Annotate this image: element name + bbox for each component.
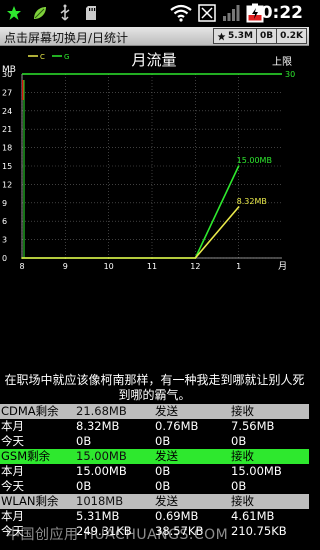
table-cell: 0B: [76, 434, 92, 448]
x-tick-8: 8: [19, 262, 24, 271]
table-cell: 5.31MB: [76, 509, 120, 523]
legend-label-G: G: [64, 53, 69, 61]
x-unit-label: 月: [278, 261, 287, 272]
usb-icon[interactable]: [58, 4, 72, 22]
star-small-icon: [217, 32, 226, 40]
table-row: 今天 249.31KB 38.57KB 210.75KB: [0, 524, 309, 539]
table-cell: 0B: [231, 434, 247, 448]
x-tick-10: 10: [104, 262, 114, 271]
table-cell: 今天: [1, 479, 24, 493]
section-header-cell: 接收: [231, 449, 254, 463]
section-header-cell: CDMA剩余: [1, 404, 59, 418]
wifi-icon[interactable]: [170, 4, 192, 22]
series-point-C-9: [64, 257, 67, 259]
section-header-cell: 接收: [231, 404, 254, 418]
section-header-cell: GSM剩余: [1, 449, 51, 463]
x-tick-1: 1: [236, 262, 241, 271]
section-header-cell: 接收: [231, 494, 254, 508]
limit-label: 上限: [272, 56, 292, 68]
table-cell: 今天: [1, 524, 24, 538]
table-cell: 249.31KB: [76, 524, 132, 538]
section-header-cell: 发送: [155, 404, 178, 418]
series-point-C-8: [21, 257, 23, 259]
table-cell: 0B: [231, 479, 247, 493]
y-tick-6: 6: [2, 217, 7, 226]
table-cell: 4.61MB: [231, 509, 275, 523]
table-row: 本月 5.31MB 0.69MB 4.61MB: [0, 509, 309, 524]
table-cell: 0B: [155, 464, 171, 478]
y-tick-9: 9: [2, 199, 7, 208]
section-header[interactable]: GSM剩余 15.00MB 发送 接收: [0, 449, 309, 464]
series-point-C-10: [107, 257, 110, 259]
section-header-cell: 21.68MB: [76, 404, 127, 418]
speed-indicator: 5.3M 0B 0.2K: [213, 28, 307, 44]
star-icon[interactable]: [6, 4, 22, 22]
table-cell: 0B: [155, 479, 171, 493]
section-header-cell: WLAN剩余: [1, 494, 59, 508]
section-header[interactable]: WLAN剩余 1018MB 发送 接收: [0, 494, 309, 509]
table-cell: 38.57KB: [155, 524, 204, 538]
signal-bars-icon[interactable]: [222, 4, 240, 22]
table-cell: 15.00MB: [231, 464, 282, 478]
traffic-table: CDMA剩余 21.68MB 发送 接收 本月 8.32MB 0.76MB 7.56MB 今天 0…: [0, 404, 309, 539]
y-tick-0: 0: [2, 254, 7, 263]
x-tick-11: 11: [147, 262, 157, 271]
toggle-month-day-label[interactable]: 点击屏幕切换月/日统计: [4, 29, 128, 46]
y-tick-3: 3: [2, 236, 7, 245]
clock-time: 0:22: [260, 3, 303, 23]
table-cell: 210.75KB: [231, 524, 287, 538]
speed-total: 5.3M: [214, 29, 256, 43]
table-row: 今天 0B 0B 0B: [0, 434, 309, 449]
table-cell: 今天: [1, 434, 24, 448]
y-tick-12: 12: [2, 180, 12, 189]
y-tick-21: 21: [2, 125, 12, 134]
y-tick-30: 30: [2, 70, 12, 79]
table-cell: 0B: [155, 434, 171, 448]
quote-text: 在职场中就应该像柯南那样，有一种我走到哪就让别人死到哪的霸气。: [4, 373, 305, 402]
signal-off-icon[interactable]: [197, 4, 217, 22]
y-tick-15: 15: [2, 162, 12, 171]
title-bar[interactable]: 点击屏幕切换月/日统计 5.3M 0B 0.2K: [0, 27, 309, 46]
legend-label-C: C: [40, 53, 45, 61]
monthly-traffic-chart[interactable]: MB 月流量 上限 C G 30 27 24 21 18 15 12 9 6 3 0 8 9 10 11 12 1 月 30 1…: [0, 46, 309, 276]
sd-card-icon[interactable]: [84, 4, 98, 22]
series-line-C: [22, 206, 240, 259]
annotation-green-end: 15.00MB: [237, 156, 272, 165]
table-cell: 0.69MB: [155, 509, 199, 523]
speed-down: 0.2K: [276, 29, 306, 43]
y-tick-27: 27: [2, 88, 12, 97]
table-cell: 8.32MB: [76, 419, 120, 433]
table-cell: 0B: [76, 479, 92, 493]
table-cell: 0.76MB: [155, 419, 199, 433]
chart-title: 月流量: [131, 51, 176, 69]
table-cell: 本月: [1, 464, 24, 478]
x-tick-12: 12: [190, 262, 200, 271]
table-cell: 7.56MB: [231, 419, 275, 433]
x-tick-9: 9: [63, 262, 68, 271]
chart-canvas: MB月流量 上限C G3027242118151296308 9 10 11 12 1 月301…: [2, 51, 295, 272]
section-header-cell: 15.00MB: [76, 449, 127, 463]
table-cell: 本月: [1, 509, 24, 523]
series-point-G-1: [237, 165, 240, 167]
section-header-cell: 发送: [155, 449, 178, 463]
table-row: 本月 15.00MB 0B 15.00MB: [0, 464, 309, 479]
table-cell: 15.00MB: [76, 464, 127, 478]
section-header-cell: 发送: [155, 494, 178, 508]
limit-value-label: 30: [285, 70, 295, 79]
table-row: 本月 8.32MB 0.76MB 7.56MB: [0, 419, 309, 434]
leaf-icon[interactable]: [32, 4, 48, 22]
series-point-C-12: [194, 257, 197, 259]
section-header-cell: 1018MB: [76, 494, 124, 508]
annotation-yellow-end: 8.32MB: [237, 197, 267, 206]
table-cell: 本月: [1, 419, 24, 433]
speed-up: 0B: [255, 29, 276, 43]
section-header[interactable]: CDMA剩余 21.68MB 发送 接收: [0, 404, 309, 419]
y-tick-24: 24: [2, 107, 12, 116]
series-point-C-1: [237, 206, 240, 208]
table-row: 今天 0B 0B 0B: [0, 479, 309, 494]
y-tick-18: 18: [2, 144, 12, 153]
status-bar: 0:22: [0, 0, 309, 27]
series-point-C-11: [151, 257, 153, 259]
